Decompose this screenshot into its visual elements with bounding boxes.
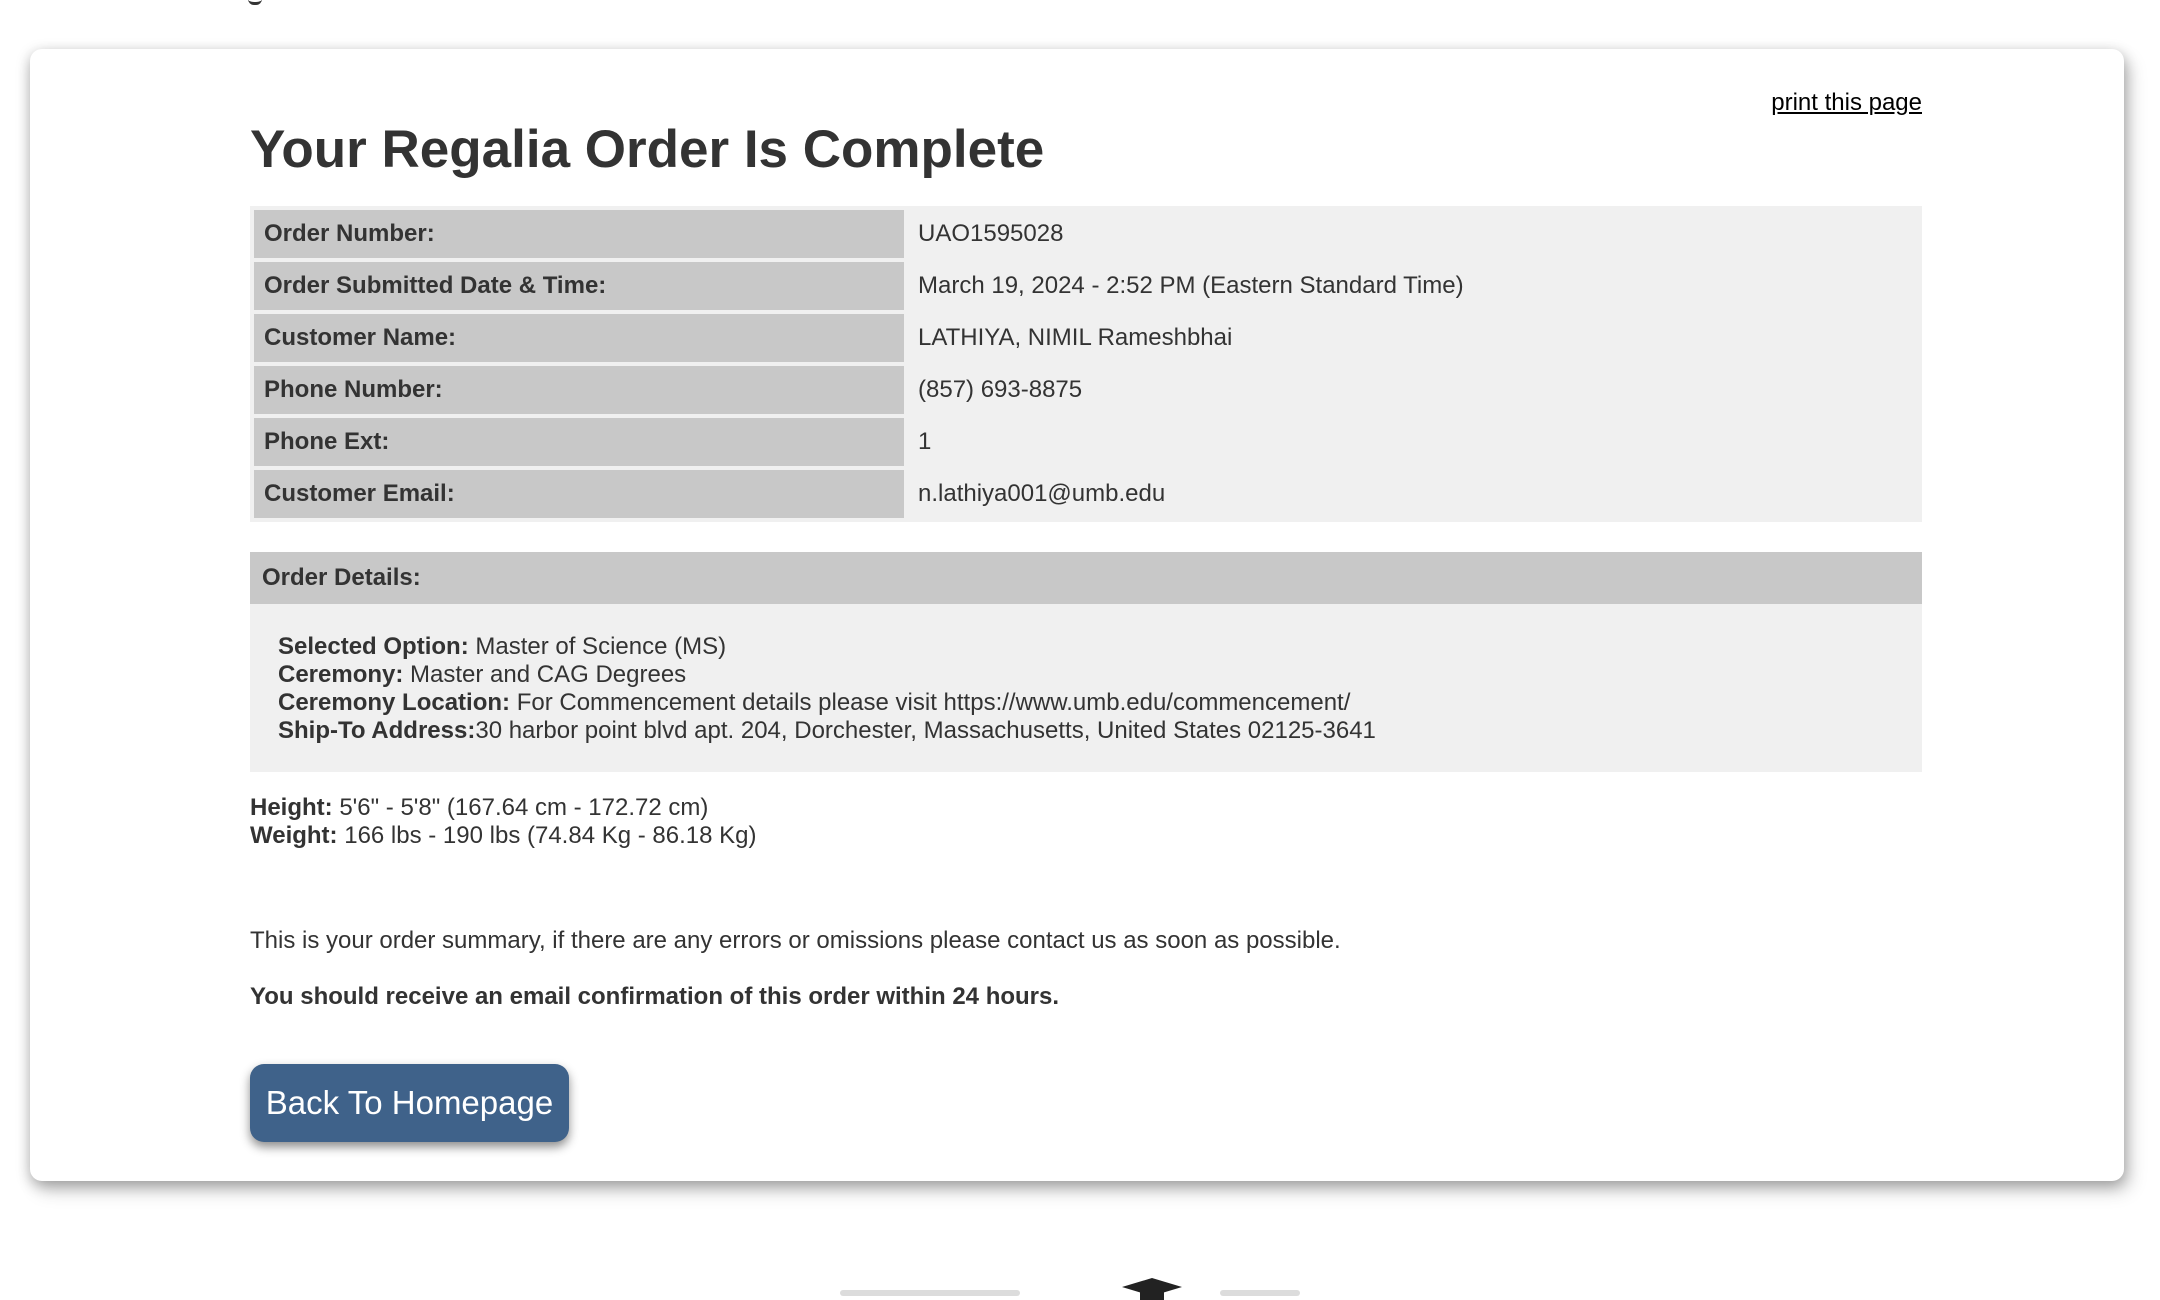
order-info-row: Customer Email: n.lathiya001@umb.edu [254,470,1918,518]
order-info-row: Order Number: UAO1595028 [254,210,1918,258]
measurements-block: Height: 5'6" - 5'8" (167.64 cm - 172.72 … [250,794,756,850]
height-label: Height: [250,794,333,821]
ship-to-line: Ship-To Address:30 harbor point blvd apt… [278,717,1894,745]
order-info-value: UAO1595028 [908,210,1918,258]
weight-value: 166 lbs - 190 lbs (74.84 Kg - 86.18 Kg) [337,822,757,849]
back-to-homepage-button[interactable]: Back To Homepage [250,1064,569,1142]
selected-option-value: Master of Science (MS) [468,633,727,660]
ceremony-location-value: For Commencement details please visit ht… [510,689,1351,716]
weight-label: Weight: [250,822,338,849]
order-info-value: LATHIYA, NIMIL Rameshbhai [908,314,1918,362]
order-info-row: Order Submitted Date & Time: March 19, 20… [254,262,1918,310]
email-confirmation-note: You should receive an email confirmation… [250,983,1060,1010]
order-info-label: Order Number: [254,210,904,258]
selected-option-line: Selected Option: Master of Science (MS) [278,633,1894,661]
order-info-value: n.lathiya001@umb.edu [908,470,1918,518]
ship-to-label: Ship-To Address: [278,717,476,744]
ceremony-location-line: Ceremony Location: For Commencement deta… [278,689,1894,717]
footer-logo-text-right [1220,1290,1300,1296]
ceremony-value: Master and CAG Degrees [403,661,687,688]
footer-logo [840,1268,1310,1300]
print-page-link[interactable]: print this page [1771,89,1922,117]
height-line: Height: 5'6" - 5'8" (167.64 cm - 172.72 … [250,794,756,822]
ceremony-line: Ceremony: Master and CAG Degrees [278,661,1894,689]
order-info-label: Customer Email: [254,470,904,518]
order-confirmation-card: print this page Your Regalia Order Is Co… [30,49,2124,1181]
height-value: 5'6" - 5'8" (167.64 cm - 172.72 cm) [332,794,709,821]
order-info-label: Order Submitted Date & Time: [254,262,904,310]
cropped-header-glyph [248,0,262,5]
order-info-row: Phone Ext: 1 [254,418,1918,466]
order-summary-note: This is your order summary, if there are… [250,927,1341,954]
weight-line: Weight: 166 lbs - 190 lbs (74.84 Kg - 86… [250,822,756,850]
selected-option-label: Selected Option: [278,633,469,660]
order-info-label: Customer Name: [254,314,904,362]
ceremony-location-label: Ceremony Location: [278,689,511,716]
order-info-label: Phone Ext: [254,418,904,466]
order-info-row: Phone Number: (857) 693-8875 [254,366,1918,414]
graduation-cap-icon [1122,1278,1182,1300]
order-details-header: Order Details: [250,552,1922,604]
page-title: Your Regalia Order Is Complete [250,120,1045,179]
order-info-label: Phone Number: [254,366,904,414]
order-info-table: Order Number: UAO1595028 Order Submitted D… [250,206,1922,522]
order-details-body: Selected Option: Master of Science (MS) … [250,604,1922,772]
order-info-row: Customer Name: LATHIYA, NIMIL Rameshbhai [254,314,1918,362]
ship-to-value: 30 harbor point blvd apt. 204, Dorcheste… [475,717,1376,744]
order-info-value: March 19, 2024 - 2:52 PM (Eastern Standa… [908,262,1918,310]
footer-logo-text-left [840,1290,1020,1296]
ceremony-label: Ceremony: [278,661,404,688]
order-info-value: (857) 693-8875 [908,366,1918,414]
order-info-value: 1 [908,418,1918,466]
